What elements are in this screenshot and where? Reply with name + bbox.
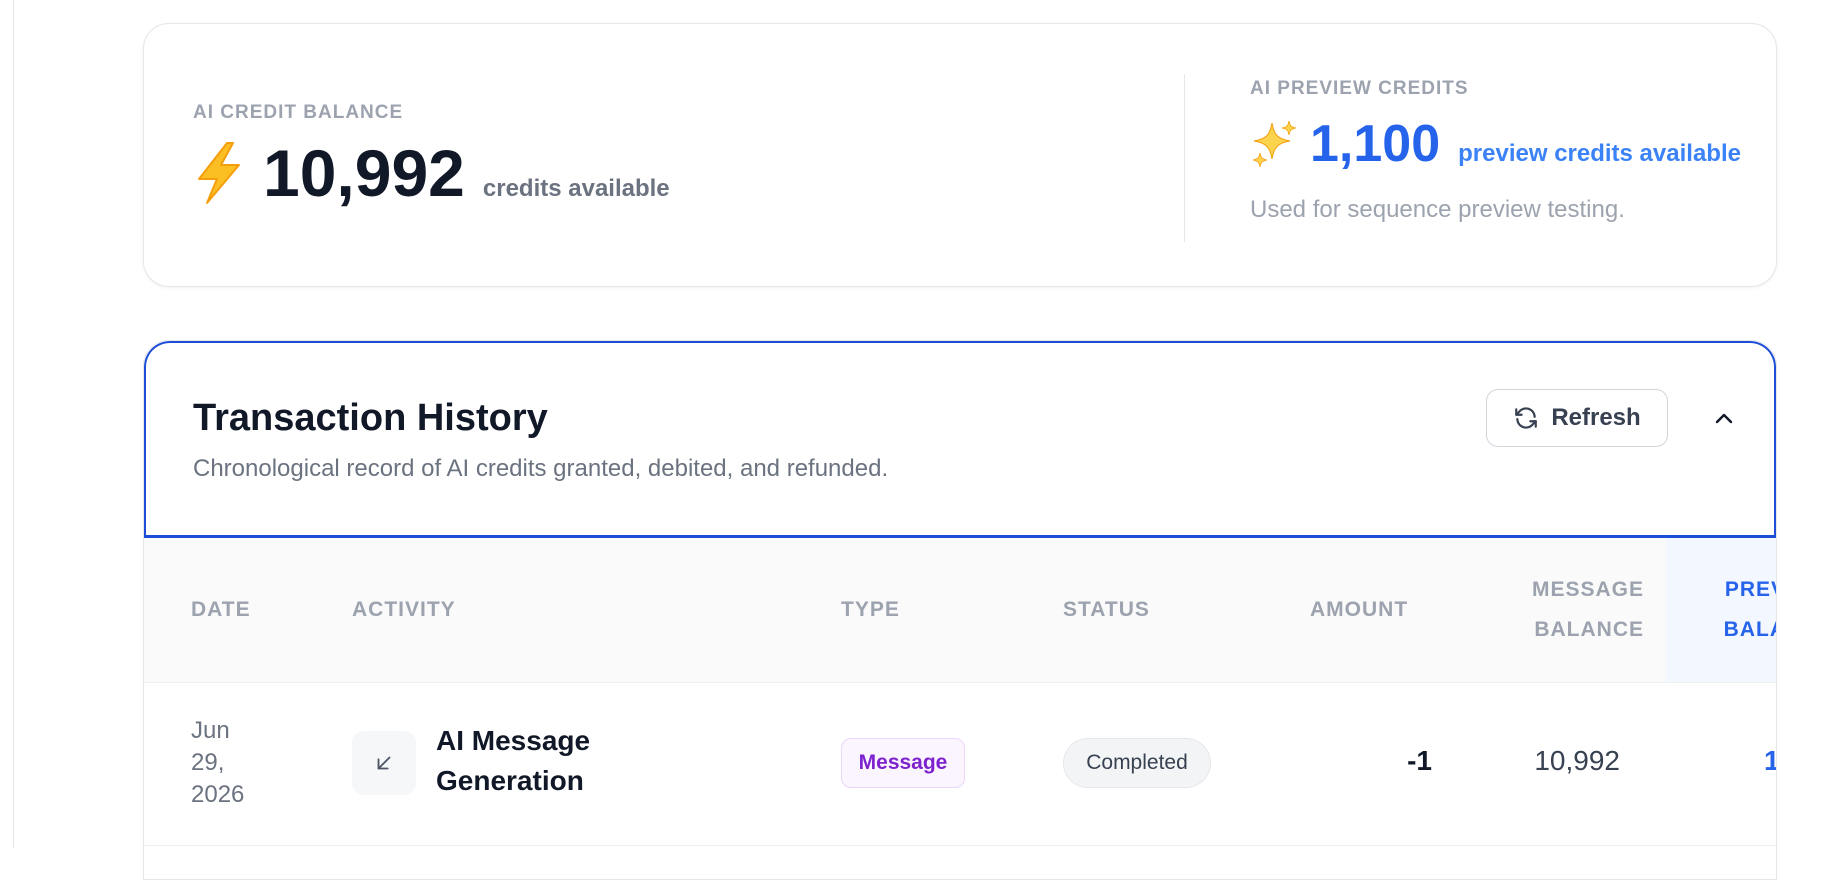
column-message-balance[interactable]: MESSAGE BALANCE: [1516, 570, 1644, 650]
activity-icon-tile: [352, 731, 416, 795]
left-sidebar-edge: [0, 0, 14, 848]
credit-balance-card: AI CREDIT BALANCE 10,992 credits availab…: [143, 23, 1777, 287]
status-badge: Completed: [1063, 738, 1211, 788]
ai-credit-balance-value: 10,992: [263, 136, 465, 210]
table-header: DATE ACTIVITY TYPE STATUS AMOUNT MESSAGE…: [144, 538, 1776, 683]
refresh-button[interactable]: Refresh: [1486, 389, 1668, 447]
column-activity[interactable]: ACTIVITY: [352, 590, 456, 630]
transaction-history-subtitle: Chronological record of AI credits grant…: [193, 455, 889, 482]
column-status[interactable]: STATUS: [1063, 590, 1150, 630]
column-date[interactable]: DATE: [191, 590, 251, 630]
transaction-history-header[interactable]: Transaction History Chronological record…: [144, 341, 1776, 538]
refresh-icon: [1515, 407, 1538, 429]
transaction-history-title: Transaction History: [193, 397, 548, 439]
balance-divider: [1184, 74, 1185, 242]
ai-credit-balance: AI CREDIT BALANCE 10,992 credits availab…: [193, 102, 670, 206]
lightning-bolt-icon: [198, 142, 240, 204]
row-date-month: Jun: [191, 717, 230, 744]
chevron-up-icon: [1715, 413, 1733, 424]
row-date-year: 2026: [191, 781, 245, 808]
ai-preview-credits-caption: preview credits available: [1458, 140, 1741, 167]
row-activity-line2: Generation: [436, 765, 584, 796]
column-message-balance-line1: MESSAGE: [1531, 578, 1644, 601]
refresh-button-label: Refresh: [1551, 404, 1641, 431]
ai-credit-balance-caption: credits available: [482, 175, 670, 202]
ai-preview-credits-note: Used for sequence preview testing.: [1250, 196, 1625, 223]
ai-credit-balance-label: AI CREDIT BALANCE: [193, 102, 404, 123]
type-badge: Message: [841, 738, 965, 788]
row-date-day: 29,: [191, 749, 225, 776]
transaction-history-card: Transaction History Chronological record…: [143, 340, 1777, 880]
column-preview-balance[interactable]: PREV BALA: [1716, 570, 1776, 650]
column-message-balance-line2: BALANCE: [1534, 618, 1644, 641]
table-row[interactable]: Jun 29, 2026 AI Message Generation Messa…: [144, 683, 1776, 846]
column-amount[interactable]: AMOUNT: [1310, 590, 1408, 630]
column-preview-balance-line2: BALA: [1723, 618, 1776, 641]
column-preview-balance-line1: PREV: [1724, 578, 1776, 601]
ai-credit-balance-row: 10,992 credits available: [193, 140, 670, 206]
ai-preview-credits-value: 1,100: [1310, 115, 1441, 173]
row-preview-balance: 1,: [1764, 745, 1776, 777]
ai-preview-credits-label: AI PREVIEW CREDITS: [1250, 78, 1469, 99]
sparkles-icon: [1252, 120, 1297, 168]
collapse-toggle[interactable]: [1704, 399, 1744, 439]
column-type[interactable]: TYPE: [841, 590, 900, 630]
ai-preview-credits-row: 1,100 preview credits available: [1250, 118, 1741, 170]
arrow-down-left-icon: [377, 756, 391, 770]
ai-preview-credits: AI PREVIEW CREDITS 1,100 preview credits…: [1250, 78, 1741, 224]
row-message-balance: 10,992: [1534, 745, 1620, 776]
row-date: Jun 29, 2026: [191, 715, 271, 811]
row-activity-line1: AI Message: [436, 725, 591, 756]
row-amount: -1: [1407, 745, 1432, 776]
row-activity: AI Message Generation: [436, 721, 656, 801]
